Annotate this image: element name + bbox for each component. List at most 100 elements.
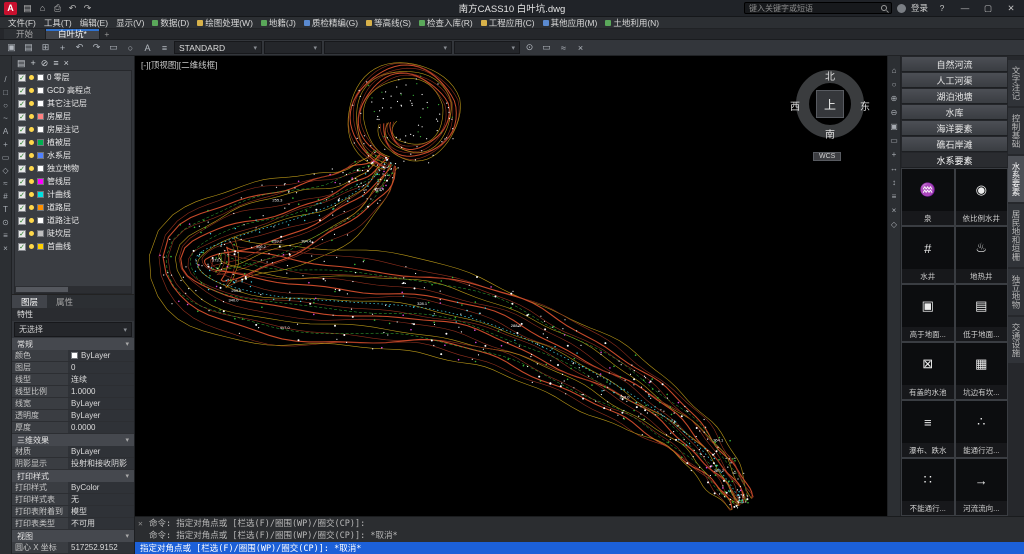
- menu-item[interactable]: 工具(T): [40, 17, 76, 29]
- layer-color-swatch[interactable]: [37, 87, 44, 94]
- layer-visibility-icon[interactable]: [29, 166, 34, 171]
- nav-icon-2[interactable]: ⊕: [891, 94, 898, 103]
- help-button[interactable]: ?: [933, 3, 951, 13]
- toolbar-icon-0[interactable]: ▣: [4, 41, 19, 54]
- layer-row[interactable]: ✓其它注记层: [15, 97, 131, 110]
- layer-row[interactable]: ✓房屋注记: [15, 123, 131, 136]
- menu-item[interactable]: 检查入库(R): [415, 17, 477, 29]
- side-tab[interactable]: 居民地和垣栅: [1008, 204, 1024, 267]
- nav-icon-0[interactable]: ⌂: [892, 66, 897, 75]
- draw-tool-icon-5[interactable]: +: [3, 141, 8, 149]
- draw-tool-icon-7[interactable]: ◇: [2, 167, 8, 175]
- toolbar-icon-8[interactable]: A: [140, 41, 155, 54]
- prop-value[interactable]: 1.0000: [68, 386, 134, 397]
- command-close-icon[interactable]: ✕: [138, 519, 143, 528]
- layer-visibility-icon[interactable]: [29, 231, 34, 236]
- prop-value[interactable]: 模型: [68, 506, 134, 517]
- quick-icon-3[interactable]: ↶: [66, 3, 79, 14]
- layer-visibility-icon[interactable]: [29, 140, 34, 145]
- text-style-combo[interactable]: STANDARD: [174, 41, 262, 54]
- layer-visibility-icon[interactable]: [29, 114, 34, 119]
- layer-color-swatch[interactable]: [37, 204, 44, 211]
- layer-checkbox[interactable]: ✓: [18, 113, 26, 121]
- nav-icon-3[interactable]: ⊖: [891, 108, 898, 117]
- quick-icon-1[interactable]: ⌂: [36, 3, 49, 14]
- tree-hscrollbar[interactable]: [15, 286, 131, 293]
- menu-item[interactable]: 质检精编(G): [300, 17, 362, 29]
- nav-icon-5[interactable]: ▭: [890, 136, 898, 145]
- viewcube-east[interactable]: 东: [860, 98, 870, 113]
- draw-tool-icon-11[interactable]: ⊙: [2, 219, 9, 227]
- category-button[interactable]: 礁石岸滩: [901, 136, 1008, 152]
- symbol-tile[interactable]: ∷不能通行...: [901, 458, 955, 516]
- side-tab[interactable]: 水系要素: [1008, 156, 1024, 202]
- quick-icon-2[interactable]: ⎙: [51, 3, 64, 14]
- layer-checkbox[interactable]: ✓: [18, 87, 26, 95]
- file-tab[interactable]: 白叶坑*: [46, 29, 100, 39]
- prop-section-header[interactable]: 视图▾: [12, 530, 134, 542]
- side-tab[interactable]: 独立地物: [1008, 269, 1024, 315]
- menu-item[interactable]: 文件(F): [4, 17, 40, 29]
- draw-tool-icon-8[interactable]: ≈: [3, 180, 7, 188]
- prop-value[interactable]: ByLayer: [68, 446, 134, 457]
- layer-checkbox[interactable]: ✓: [18, 230, 26, 238]
- menu-item[interactable]: 地籍(J): [257, 17, 300, 29]
- layer-color-swatch[interactable]: [37, 126, 44, 133]
- category-button[interactable]: 海洋要素: [901, 120, 1008, 136]
- layer-checkbox[interactable]: ✓: [18, 178, 26, 186]
- panel-tab[interactable]: 图层: [12, 295, 47, 308]
- menu-item[interactable]: 等高线(S): [362, 17, 415, 29]
- layer-row[interactable]: ✓0 零层: [15, 71, 131, 84]
- map-canvas[interactable]: 394.4429.4259.2328.1255.3373.1299.6340.0…: [135, 56, 887, 516]
- nav-icon-4[interactable]: ▣: [890, 122, 898, 131]
- draw-tool-icon-3[interactable]: ~: [3, 115, 8, 123]
- prop-section-header[interactable]: 常规▾: [12, 338, 134, 350]
- prop-value[interactable]: ByLayer: [68, 410, 134, 421]
- prop-value[interactable]: 连续: [68, 374, 134, 385]
- layer-row[interactable]: ✓计曲线: [15, 188, 131, 201]
- symbol-tile[interactable]: ▣高于地面...: [901, 284, 955, 342]
- viewcube[interactable]: 北 南 西 东 上 WCS: [787, 62, 873, 168]
- toolbar-icon-3[interactable]: +: [55, 41, 70, 54]
- toolbar-right-icon-3[interactable]: ×: [573, 41, 588, 54]
- login-button[interactable]: 登录: [911, 2, 928, 14]
- category-button[interactable]: 自然河流: [901, 56, 1008, 72]
- symbol-tile[interactable]: ▦坑边有坎...: [955, 342, 1009, 400]
- viewcube-top-face[interactable]: 上: [816, 90, 844, 118]
- layer-visibility-icon[interactable]: [29, 205, 34, 210]
- layer-toolbar-icon-0[interactable]: ▤: [17, 58, 26, 69]
- symbol-tile[interactable]: ∴能通行沼...: [955, 400, 1009, 458]
- toolbar-right-icon-1[interactable]: ▭: [539, 41, 554, 54]
- prop-value[interactable]: 0.0000: [68, 422, 134, 433]
- menu-item[interactable]: 显示(V): [112, 17, 148, 29]
- layer-color-swatch[interactable]: [37, 243, 44, 250]
- layer-visibility-icon[interactable]: [29, 127, 34, 132]
- layer-toolbar-icon-4[interactable]: ×: [64, 58, 69, 68]
- quick-icon-0[interactable]: ▤: [21, 3, 34, 14]
- layer-checkbox[interactable]: ✓: [18, 204, 26, 212]
- maximize-button[interactable]: ▢: [979, 3, 997, 14]
- toolbar-icon-6[interactable]: ▭: [106, 41, 121, 54]
- symbol-tile[interactable]: ⊠有盖的水池: [901, 342, 955, 400]
- category-button[interactable]: 水库: [901, 104, 1008, 120]
- layer-checkbox[interactable]: ✓: [18, 243, 26, 251]
- layer-combo[interactable]: [324, 41, 452, 54]
- viewcube-south[interactable]: 南: [825, 126, 835, 141]
- layer-checkbox[interactable]: ✓: [18, 165, 26, 173]
- toolbar-icon-4[interactable]: ↶: [72, 41, 87, 54]
- prop-value[interactable]: 517252.9152: [68, 542, 134, 553]
- symbol-tile[interactable]: ≡瀑布、跌水: [901, 400, 955, 458]
- nav-icon-9[interactable]: ≡: [892, 192, 897, 201]
- toolbar-icon-2[interactable]: ⊞: [38, 41, 53, 54]
- symbol-tile[interactable]: →河流流向...: [955, 458, 1009, 516]
- prop-value[interactable]: 投射和接收阴影: [68, 458, 134, 469]
- prop-value[interactable]: ByLayer: [68, 398, 134, 409]
- toolbar-right-icon-2[interactable]: ≈: [556, 41, 571, 54]
- layer-row[interactable]: ✓首曲线: [15, 240, 131, 253]
- symbol-tile[interactable]: ♨地热井: [955, 226, 1009, 284]
- menu-item[interactable]: 数据(D): [148, 17, 193, 29]
- layer-color-swatch[interactable]: [37, 100, 44, 107]
- layer-row[interactable]: ✓独立地物: [15, 162, 131, 175]
- layer-row[interactable]: ✓水系层: [15, 149, 131, 162]
- layer-color-swatch[interactable]: [37, 178, 44, 185]
